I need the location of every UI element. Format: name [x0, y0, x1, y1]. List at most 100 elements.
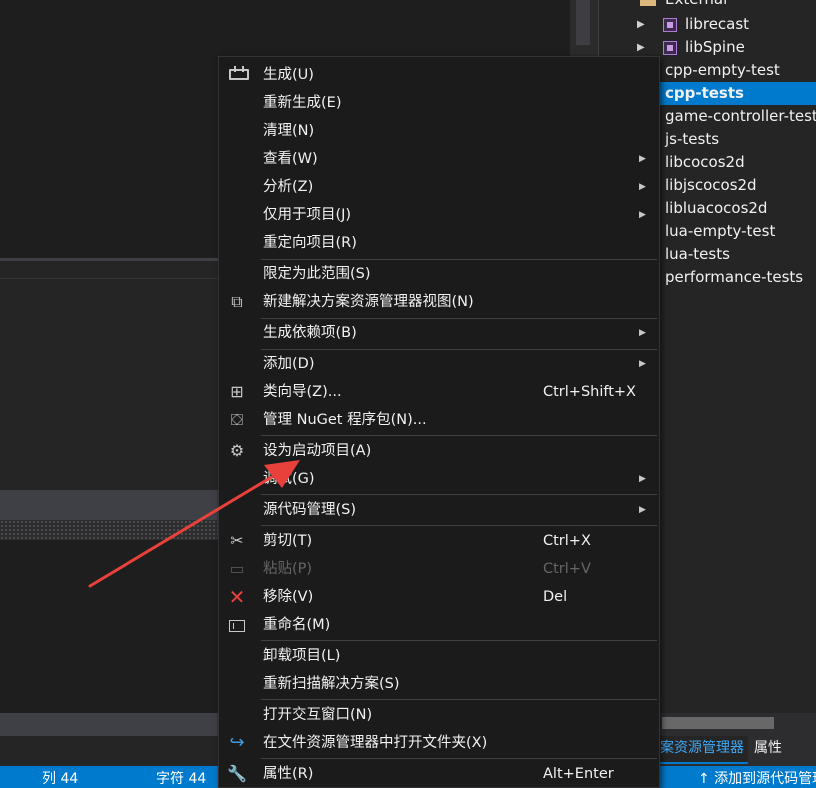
- menu-item-label: 重命名(M): [263, 617, 331, 633]
- tree-item-librecast[interactable]: ▶ librecast: [599, 13, 816, 36]
- menu-item-label: 仅用于项目(J): [263, 207, 352, 223]
- menu-separator: [261, 494, 657, 495]
- submenu-arrow-icon: ▶: [639, 154, 646, 164]
- submenu-arrow-icon: ▶: [639, 210, 646, 220]
- menu-item-label: 管理 NuGet 程序包(N)...: [263, 412, 427, 428]
- menu-item-label: 属性(R): [263, 766, 314, 782]
- scissors-icon: ✂: [230, 531, 244, 550]
- submenu-arrow-icon: ▶: [639, 182, 646, 192]
- menu-item-clean[interactable]: 清理(N): [219, 117, 659, 145]
- menu-item-shortcut: Ctrl+X: [543, 533, 591, 549]
- submenu-arrow-icon: ▶: [639, 359, 646, 369]
- menu-item-label: 调试(G): [263, 471, 315, 487]
- class-wizard-icon: ⊞: [230, 382, 244, 401]
- menu-item-label: 源代码管理(S): [263, 502, 357, 518]
- menu-item-label: 重新扫描解决方案(S): [263, 676, 400, 692]
- menu-item-paste: ▭ 粘贴(P) Ctrl+V: [219, 555, 659, 583]
- menu-item-label: 卸载项目(L): [263, 648, 341, 664]
- rename-icon: [227, 615, 247, 635]
- build-icon: [227, 65, 249, 85]
- status-column: 列 44: [42, 771, 79, 787]
- menu-item-label: 新建解决方案资源管理器视图(N): [263, 294, 474, 310]
- project-context-menu: 生成(U) 重新生成(E) 清理(N) 查看(W) ▶ 分析(Z) ▶ 仅用于项…: [218, 56, 660, 788]
- menu-item-label: 粘贴(P): [263, 561, 313, 577]
- menu-item-set-startup-project[interactable]: ⚙ 设为启动项目(A): [219, 437, 659, 465]
- menu-item-label: 生成依赖项(B): [263, 325, 357, 341]
- folder-icon: [640, 0, 656, 6]
- menu-item-label: 重定向项目(R): [263, 235, 357, 251]
- menu-item-add[interactable]: 添加(D) ▶: [219, 350, 659, 378]
- menu-item-cut[interactable]: ✂ 剪切(T) Ctrl+X: [219, 527, 659, 555]
- menu-item-manage-nuget[interactable]: ⛋ 管理 NuGet 程序包(N)...: [219, 406, 659, 434]
- menu-item-open-interactive-window[interactable]: 打开交互窗口(N): [219, 701, 659, 729]
- menu-item-rename[interactable]: 重命名(M): [219, 611, 659, 639]
- menu-item-shortcut: Ctrl+Shift+X: [543, 384, 636, 400]
- menu-separator: [261, 758, 657, 759]
- tree-item-label: lua-tests: [665, 245, 730, 263]
- menu-separator: [261, 435, 657, 436]
- submenu-arrow-icon: ▶: [639, 505, 646, 515]
- menu-item-new-explorer-view[interactable]: ⧉ 新建解决方案资源管理器视图(N): [219, 288, 659, 316]
- menu-item-rebuild[interactable]: 重新生成(E): [219, 89, 659, 117]
- menu-item-label: 清理(N): [263, 123, 315, 139]
- expand-chevron-icon[interactable]: ▶: [637, 13, 645, 36]
- menu-item-view[interactable]: 查看(W) ▶: [219, 145, 659, 173]
- gear-icon: ⚙: [229, 441, 245, 460]
- tree-folder-external[interactable]: External: [599, 0, 816, 11]
- tree-item-label: lua-empty-test: [665, 222, 776, 240]
- tree-item-label: libluacocos2d: [665, 199, 768, 217]
- tree-item-label: libcocos2d: [665, 153, 745, 171]
- nuget-icon: ⛋: [230, 410, 244, 429]
- hscrollbar-thumb[interactable]: [662, 717, 774, 729]
- menu-item-label: 生成(U): [263, 67, 314, 83]
- menu-item-shortcut: Del: [543, 589, 568, 605]
- paste-icon: ▭: [229, 559, 245, 578]
- wrench-icon: 🔧: [227, 764, 247, 783]
- menu-item-build[interactable]: 生成(U): [219, 61, 659, 89]
- editor-scrollbar-thumb[interactable]: [576, 0, 590, 45]
- menu-item-label: 类向导(Z)...: [263, 384, 342, 400]
- menu-item-label: 在文件资源管理器中打开文件夹(X): [263, 735, 488, 751]
- menu-item-build-dependencies[interactable]: 生成依赖项(B) ▶: [219, 319, 659, 347]
- new-view-icon: ⧉: [231, 292, 243, 311]
- menu-item-label: 限定为此范围(S): [263, 266, 371, 282]
- tree-item-label: libSpine: [685, 38, 745, 56]
- submenu-arrow-icon: ▶: [639, 474, 646, 484]
- project-icon: [663, 41, 677, 55]
- menu-item-properties[interactable]: 🔧 属性(R) Alt+Enter: [219, 760, 659, 788]
- menu-separator: [261, 699, 657, 700]
- menu-item-unload-project[interactable]: 卸载项目(L): [219, 642, 659, 670]
- menu-item-remove[interactable]: ✕ 移除(V) Del: [219, 583, 659, 611]
- menu-item-open-in-file-explorer[interactable]: ↪ 在文件资源管理器中打开文件夹(X): [219, 729, 659, 757]
- tree-item-label: game-controller-test: [665, 107, 816, 125]
- tree-item-label: performance-tests: [665, 268, 804, 286]
- menu-item-label: 添加(D): [263, 356, 315, 372]
- menu-item-shortcut: Alt+Enter: [543, 766, 614, 782]
- remove-icon: ✕: [228, 585, 246, 609]
- status-character: 字符 44: [156, 771, 207, 787]
- menu-item-debug[interactable]: 调试(G) ▶: [219, 465, 659, 493]
- menu-item-scope-to-this[interactable]: 限定为此范围(S): [219, 260, 659, 288]
- submenu-arrow-icon: ▶: [639, 328, 646, 338]
- menu-item-label: 剪切(T): [263, 533, 313, 549]
- menu-separator: [261, 640, 657, 641]
- add-to-source-control[interactable]: ↑ 添加到源代码管理: [698, 768, 816, 788]
- menu-item-label: 移除(V): [263, 589, 314, 605]
- menu-item-source-control[interactable]: 源代码管理(S) ▶: [219, 496, 659, 524]
- menu-item-label: 打开交互窗口(N): [263, 707, 373, 723]
- project-icon: [663, 18, 677, 32]
- tab-properties[interactable]: 属性: [750, 736, 786, 764]
- menu-item-project-only[interactable]: 仅用于项目(J) ▶: [219, 201, 659, 229]
- menu-item-shortcut: Ctrl+V: [543, 561, 591, 577]
- menu-item-label: 查看(W): [263, 151, 318, 167]
- tree-item-label: js-tests: [665, 130, 720, 148]
- menu-item-rescan-solution[interactable]: 重新扫描解决方案(S): [219, 670, 659, 698]
- tree-item-label: librecast: [685, 15, 750, 33]
- menu-separator: [261, 525, 657, 526]
- menu-item-analyze[interactable]: 分析(Z) ▶: [219, 173, 659, 201]
- tree-item-label: libjscocos2d: [665, 176, 757, 194]
- open-folder-icon: ↪: [229, 732, 245, 753]
- tab-solution-explorer[interactable]: 解决方案资源管理器: [660, 736, 748, 764]
- menu-item-class-wizard[interactable]: ⊞ 类向导(Z)... Ctrl+Shift+X: [219, 378, 659, 406]
- menu-item-retarget-projects[interactable]: 重定向项目(R): [219, 229, 659, 257]
